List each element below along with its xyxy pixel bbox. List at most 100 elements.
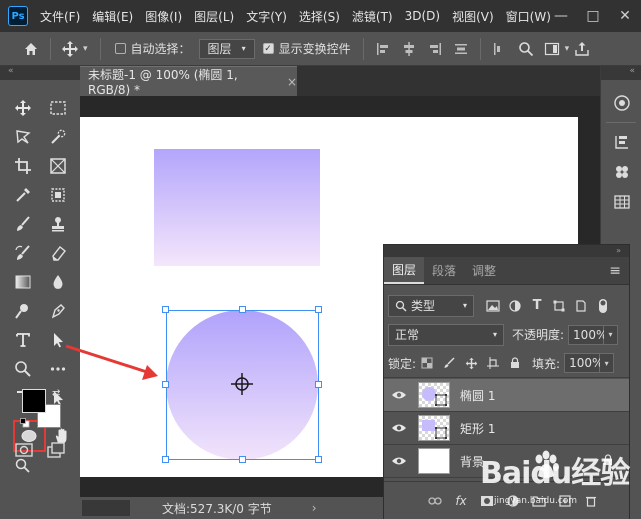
screen-mode-icon[interactable] xyxy=(46,440,66,460)
history-brush-icon[interactable] xyxy=(11,241,35,265)
swatches-panel-icon[interactable] xyxy=(601,157,641,187)
lock-all-icon[interactable] xyxy=(504,352,526,374)
filter-pixel-icon[interactable] xyxy=(482,295,504,317)
close-document-icon[interactable]: × xyxy=(287,75,297,89)
crop-tool-icon[interactable] xyxy=(11,154,35,178)
transform-handle-top-right[interactable] xyxy=(315,306,322,313)
zoom-field[interactable] xyxy=(82,500,130,516)
menu-select[interactable]: 选择(S) xyxy=(299,8,340,25)
eye-icon[interactable] xyxy=(384,390,414,400)
auto-select-checkbox[interactable] xyxy=(114,43,126,54)
pen-tool-icon[interactable] xyxy=(46,299,70,323)
adjustment-layer-icon[interactable] xyxy=(502,490,524,512)
quick-selection-tool-icon[interactable] xyxy=(46,125,70,149)
search-icon[interactable] xyxy=(513,36,539,62)
align-bottom-icon[interactable] xyxy=(422,36,448,62)
add-mask-icon[interactable] xyxy=(476,490,498,512)
menu-image[interactable]: 图像(I) xyxy=(145,8,182,25)
tab-adjustments[interactable]: 调整 xyxy=(464,257,504,284)
new-layer-icon[interactable] xyxy=(554,490,576,512)
move-tool-icon[interactable] xyxy=(11,96,35,120)
panel-menu-icon[interactable]: ≡ xyxy=(609,257,629,284)
filter-type-icon[interactable]: T xyxy=(526,295,548,317)
filter-toggle-icon[interactable] xyxy=(592,295,614,317)
healing-brush-icon[interactable] xyxy=(46,183,70,207)
fill-input[interactable]: 100% xyxy=(564,353,603,373)
collapse-icon[interactable]: « xyxy=(8,66,14,76)
chevron-down-icon[interactable]: ▾ xyxy=(600,353,615,373)
gradient-tool-icon[interactable] xyxy=(11,270,35,294)
transform-handle-bottom-left[interactable] xyxy=(162,456,169,463)
chevron-right-icon[interactable]: › xyxy=(312,501,317,515)
filter-adjustment-icon[interactable] xyxy=(504,295,526,317)
tab-paragraph[interactable]: 段落 xyxy=(424,257,464,284)
move-tool-icon[interactable] xyxy=(57,36,83,62)
menu-filter[interactable]: 滤镜(T) xyxy=(352,8,393,25)
foreground-color-swatch[interactable] xyxy=(22,389,46,413)
marquee-tool-icon[interactable] xyxy=(46,96,70,120)
grid-panel-icon[interactable] xyxy=(601,187,641,217)
menu-file[interactable]: 文件(F) xyxy=(40,8,80,25)
type-tool-icon[interactable] xyxy=(11,328,35,352)
eraser-tool-icon[interactable] xyxy=(46,241,70,265)
lock-artboard-icon[interactable] xyxy=(482,352,504,374)
filter-smart-object-icon[interactable] xyxy=(570,295,592,317)
chevron-down-icon[interactable]: ▾ xyxy=(83,44,88,54)
menu-layer[interactable]: 图层(L) xyxy=(194,8,234,25)
close-window-button[interactable]: ✕ xyxy=(609,0,641,32)
share-icon[interactable] xyxy=(569,36,595,62)
color-panel-icon[interactable] xyxy=(601,88,641,118)
maximize-button[interactable]: □ xyxy=(577,0,609,32)
menu-type[interactable]: 文字(Y) xyxy=(246,8,287,25)
swap-colors-icon[interactable]: ⇄ xyxy=(52,388,60,399)
workspace-icon[interactable] xyxy=(539,36,565,62)
align-edges-icon[interactable] xyxy=(487,36,513,62)
frame-tool-icon[interactable] xyxy=(46,154,70,178)
transform-handle-bottom-right[interactable] xyxy=(315,456,322,463)
transform-handle-bottom[interactable] xyxy=(239,456,246,463)
layer-row-background[interactable]: 背景 xyxy=(384,445,629,478)
distribute-icon[interactable] xyxy=(448,36,474,62)
lock-position-icon[interactable] xyxy=(460,352,482,374)
history-panel-icon[interactable] xyxy=(601,127,641,157)
lock-pixels-icon[interactable] xyxy=(438,352,460,374)
transform-handle-top-left[interactable] xyxy=(162,306,169,313)
eye-icon[interactable] xyxy=(384,423,414,433)
tab-layers[interactable]: 图层 xyxy=(384,257,425,284)
menu-edit[interactable]: 编辑(E) xyxy=(92,8,133,25)
blend-mode-dropdown[interactable]: 正常 ▾ xyxy=(388,323,504,346)
opacity-input[interactable]: 100% xyxy=(568,324,607,345)
eyedropper-tool-icon[interactable] xyxy=(11,183,35,207)
delete-layer-icon[interactable] xyxy=(580,490,602,512)
lock-transparent-icon[interactable] xyxy=(416,352,438,374)
layer-row-rectangle[interactable]: 矩形 1 xyxy=(384,412,629,445)
auto-select-target-dropdown[interactable]: 图层 ▾ xyxy=(198,38,255,59)
home-icon[interactable] xyxy=(18,36,44,62)
layer-row-ellipse[interactable]: 椭圆 1 xyxy=(384,379,629,412)
show-transform-checkbox[interactable]: ✓ xyxy=(262,43,274,54)
zoom-tool-icon[interactable] xyxy=(11,357,35,381)
lasso-tool-icon[interactable] xyxy=(11,125,35,149)
dodge-tool-icon[interactable] xyxy=(11,299,35,323)
transform-handle-top[interactable] xyxy=(239,306,246,313)
layer-filter-dropdown[interactable]: 类型 ▾ xyxy=(388,294,474,317)
menu-3d[interactable]: 3D(D) xyxy=(405,9,440,23)
default-colors-icon[interactable] xyxy=(20,417,30,428)
panel-collapse-strip[interactable]: » xyxy=(384,245,629,257)
new-group-icon[interactable] xyxy=(528,490,550,512)
eye-icon[interactable] xyxy=(384,456,414,466)
menu-view[interactable]: 视图(V) xyxy=(452,8,494,25)
reference-point-icon[interactable] xyxy=(230,372,254,396)
document-tab[interactable]: 未标题-1 @ 100% (椭圆 1, RGB/8) * × xyxy=(80,66,297,97)
transform-handle-right[interactable] xyxy=(315,381,322,388)
layer-style-icon[interactable]: fx xyxy=(450,490,472,512)
minimize-button[interactable]: — xyxy=(545,0,577,32)
link-layers-icon[interactable] xyxy=(424,490,446,512)
quick-mask-icon[interactable] xyxy=(14,440,34,460)
rectangle-shape[interactable] xyxy=(154,149,320,266)
brush-tool-icon[interactable] xyxy=(11,212,35,236)
clone-stamp-icon[interactable] xyxy=(46,212,70,236)
blur-tool-icon[interactable] xyxy=(46,270,70,294)
chevron-down-icon[interactable]: ▾ xyxy=(604,324,619,345)
align-top-icon[interactable] xyxy=(370,36,396,62)
